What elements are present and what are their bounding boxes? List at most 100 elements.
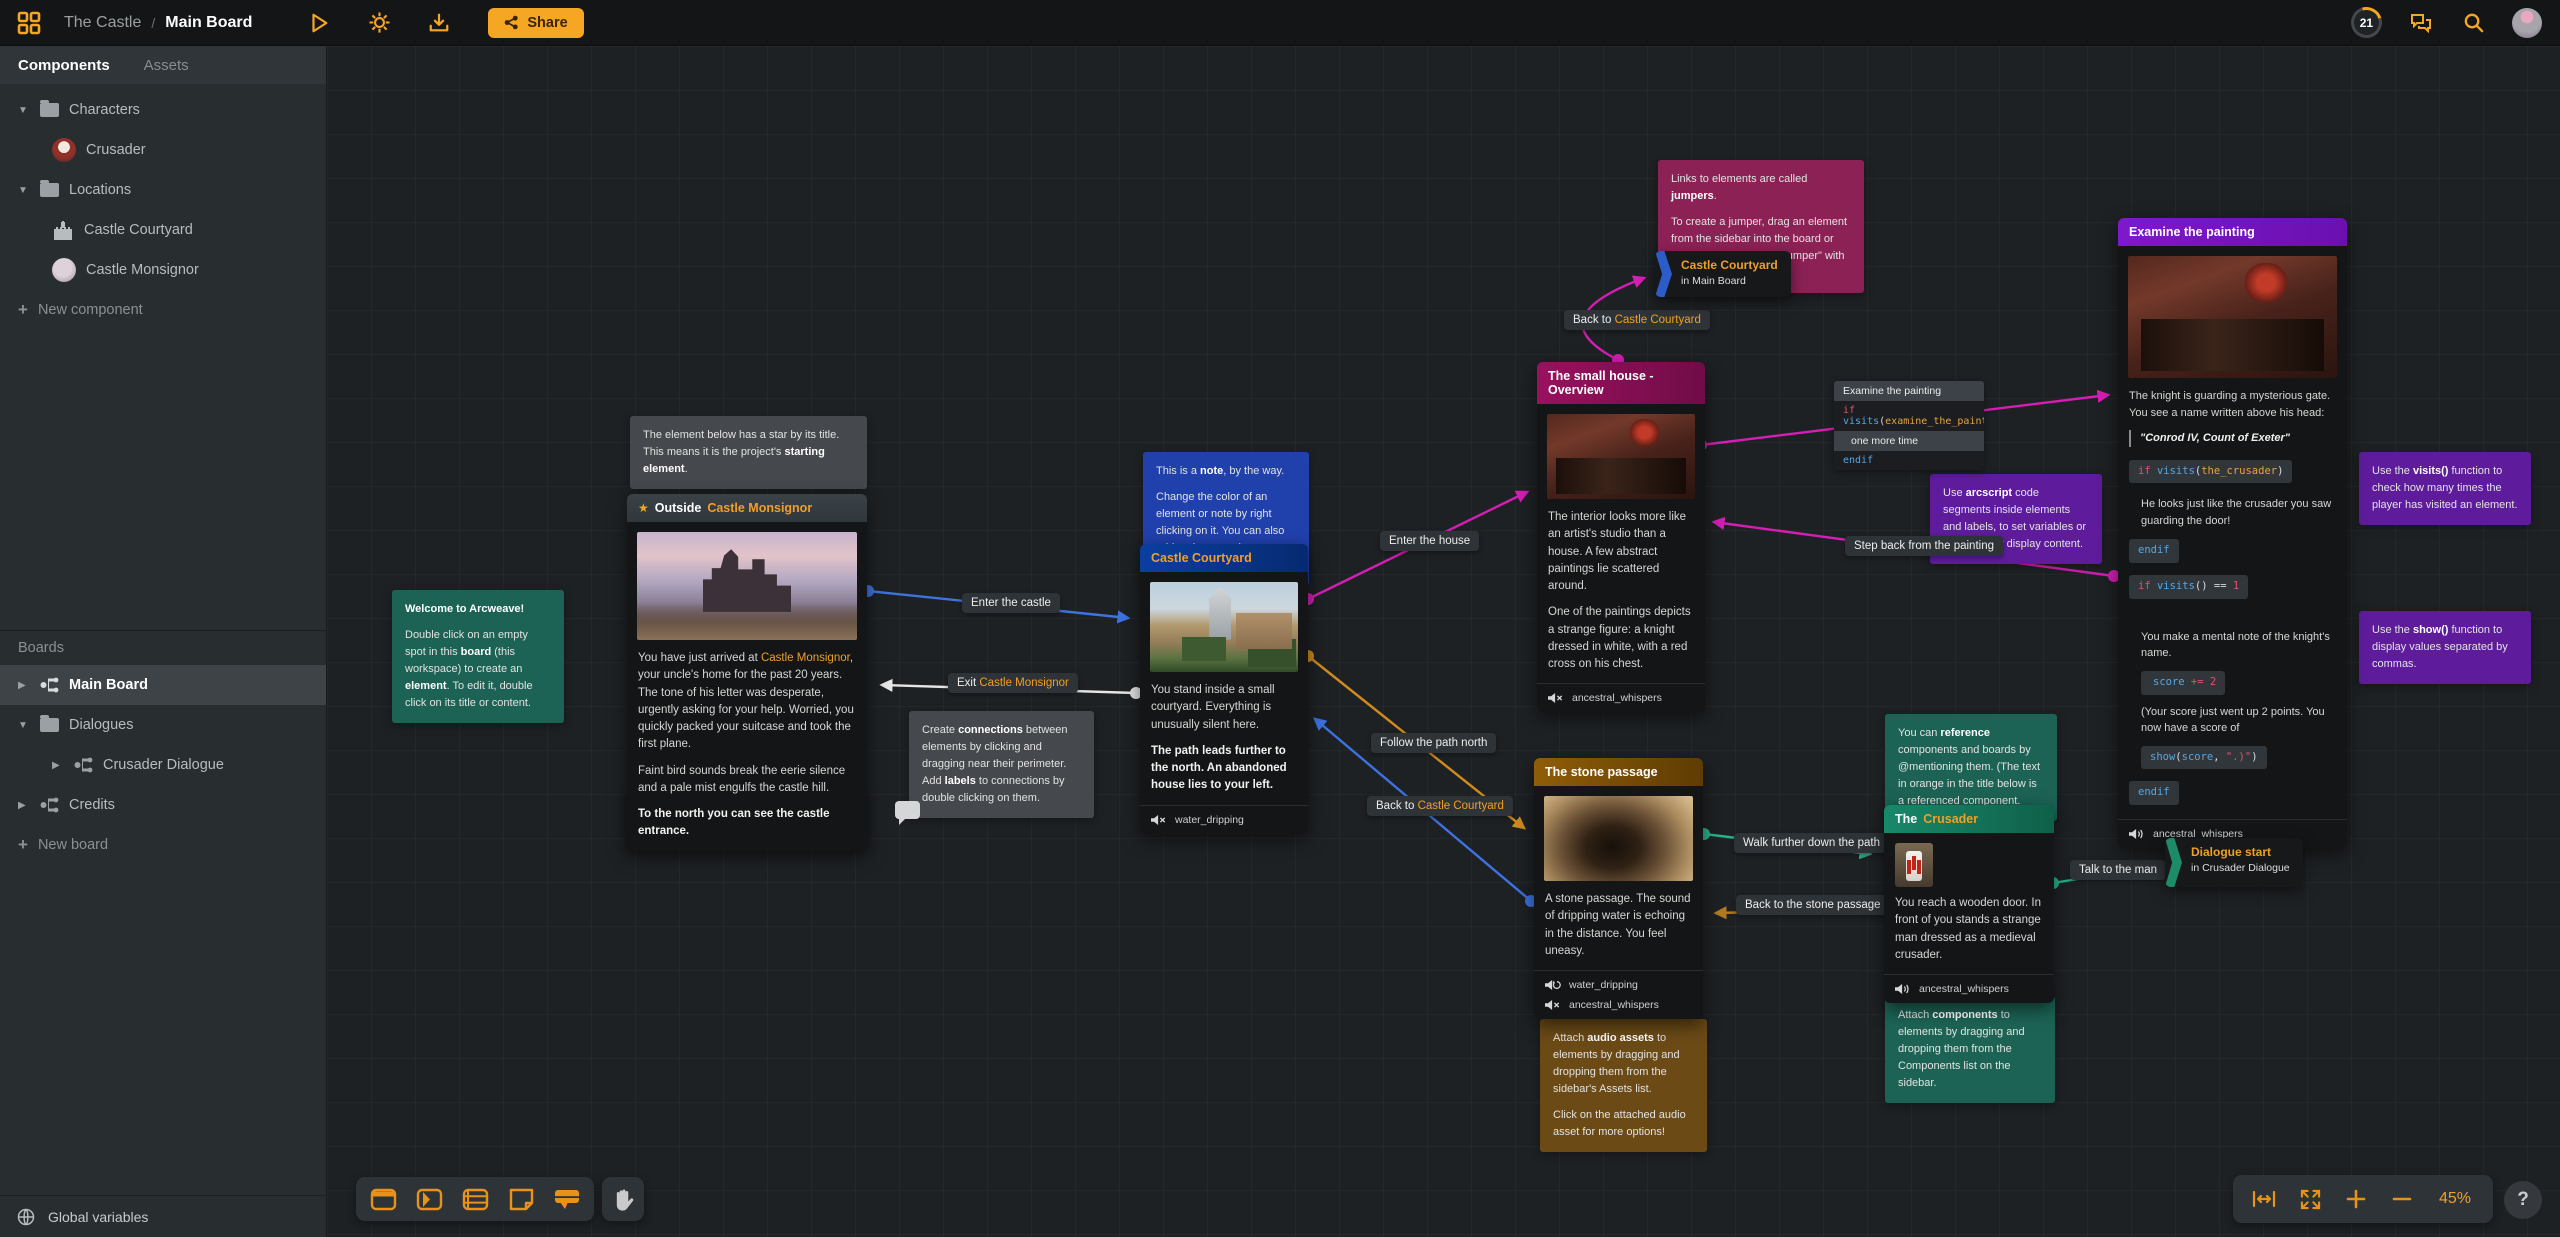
audio-attachment[interactable]: ancestral_whispers (1537, 683, 1705, 712)
element-the-crusader[interactable]: The Crusader You reach a wooden door. In… (1884, 805, 2054, 1003)
new-branch-icon[interactable] (452, 1177, 498, 1221)
audio-on-icon (2129, 828, 2145, 840)
element-small-house-overview[interactable]: The small house - Overview The interior … (1537, 362, 1705, 712)
new-note-icon[interactable] (498, 1177, 544, 1221)
fit-width-icon[interactable] (2241, 1177, 2287, 1221)
audio-attachment[interactable]: water_dripping (1140, 805, 1308, 834)
cover-image-studio-large (2128, 256, 2337, 378)
jumper-chevron-icon (1655, 251, 1672, 297)
new-jumper-icon[interactable] (406, 1177, 452, 1221)
note-connections[interactable]: Create connections between elements by c… (909, 711, 1094, 818)
export-download-icon[interactable] (426, 10, 452, 36)
plus-icon: + (18, 835, 28, 855)
fit-screen-icon[interactable] (2287, 1177, 2333, 1221)
note-starting-element[interactable]: The element below has a star by its titl… (630, 416, 867, 489)
sidebar-folder-dialogues[interactable]: ▼ Dialogues (0, 705, 326, 745)
cover-image-castle-monsignor (637, 532, 857, 640)
audio-muted-icon (1548, 692, 1564, 704)
search-icon[interactable] (2460, 10, 2486, 36)
starting-element-star-icon: ★ (638, 501, 649, 515)
app-logo-grid-icon[interactable] (16, 10, 42, 36)
chevron-right-icon[interactable]: ▶ (18, 800, 30, 811)
chevron-down-icon[interactable]: ▼ (18, 185, 30, 196)
edge-label-back-courtyard[interactable]: Back to Castle Courtyard (1367, 796, 1513, 816)
zoom-out-icon[interactable] (2379, 1177, 2425, 1221)
edge-label-block-examine[interactable]: Examine the painting if visits(examine_t… (1834, 381, 1984, 470)
castle-monsignor-avatar (52, 258, 76, 282)
play-mode-icon[interactable] (306, 10, 332, 36)
edge-label-enter-house[interactable]: Enter the house (1380, 531, 1479, 551)
global-variables-button[interactable]: Global variables (0, 1195, 326, 1237)
note-welcome[interactable]: Welcome to Arcweave! Double click on an … (392, 590, 564, 723)
help-button[interactable]: ? (2504, 1181, 2542, 1219)
chevron-right-icon[interactable]: ▶ (18, 680, 30, 691)
breadcrumb-project[interactable]: The Castle (64, 14, 141, 32)
new-element-icon[interactable] (360, 1177, 406, 1221)
audio-loop-icon (1545, 979, 1561, 991)
user-avatar[interactable] (2512, 8, 2542, 38)
edge-label-walk-path[interactable]: Walk further down the path (1734, 833, 1889, 853)
chevron-right-icon[interactable]: ▶ (52, 760, 64, 771)
code-score-increment: score += 2 (2141, 671, 2225, 695)
tab-assets[interactable]: Assets (144, 57, 189, 74)
top-bar: The Castle / Main Board Share 21 (0, 0, 2560, 46)
edge-label-back-stone[interactable]: Back to the stone passage (1736, 895, 1890, 915)
sidebar-item-castle-courtyard[interactable]: Castle Courtyard (0, 210, 326, 250)
edge-label-follow-north[interactable]: Follow the path north (1371, 733, 1496, 753)
new-board-button[interactable]: + New board (0, 825, 326, 865)
jumper-dialogue-start[interactable]: Dialogue start in Crusader Dialogue (2165, 838, 2303, 887)
code-endif: endif (2129, 781, 2179, 805)
folder-icon (40, 183, 59, 197)
note-attach-components[interactable]: Attach components to elements by draggin… (1885, 996, 2055, 1103)
code-show-score: show(score, ".)") (2141, 746, 2267, 770)
cover-image-castle-courtyard (1150, 582, 1298, 672)
share-button[interactable]: Share (488, 8, 583, 38)
comment-pin[interactable] (895, 801, 920, 819)
edge-label-enter-castle[interactable]: Enter the castle (962, 593, 1060, 613)
audio-attachment[interactable]: ancestral_whispers (1884, 974, 2054, 1003)
tab-components[interactable]: Components (18, 57, 110, 74)
note-visits-function[interactable]: Use the visits() function to check how m… (2359, 452, 2531, 525)
element-stone-passage[interactable]: The stone passage A stone passage. The s… (1534, 758, 1703, 1019)
element-examine-the-painting[interactable]: Examine the painting The knight is guard… (2118, 218, 2347, 848)
sidebar-item-crusader[interactable]: Crusader (0, 130, 326, 170)
board-icon (40, 677, 59, 693)
new-component-button[interactable]: + New component (0, 290, 326, 330)
code-if-visits-eq-1: if visits() == 1 (2129, 575, 2248, 599)
sidebar-folder-characters[interactable]: ▼ Characters (0, 90, 326, 130)
castle-icon (52, 221, 74, 240)
notification-count-badge[interactable]: 21 (2346, 2, 2388, 44)
breadcrumb-board[interactable]: Main Board (165, 14, 252, 32)
edge-label-talk-man[interactable]: Talk to the man (2070, 860, 2166, 880)
settings-gear-icon[interactable] (366, 10, 392, 36)
sidebar-folder-locations[interactable]: ▼ Locations (0, 170, 326, 210)
new-comment-icon[interactable] (544, 1177, 590, 1221)
chevron-down-icon[interactable]: ▼ (18, 105, 30, 116)
element-castle-courtyard[interactable]: Castle Courtyard You stand inside a smal… (1140, 544, 1308, 834)
sidebar-board-main[interactable]: ▶ Main Board (0, 665, 326, 705)
pan-tool-button[interactable] (602, 1177, 644, 1221)
hand-icon (613, 1188, 634, 1211)
zoom-level[interactable]: 45% (2425, 1190, 2485, 1208)
note-attach-audio[interactable]: Attach audio assets to elements by dragg… (1540, 1019, 1707, 1152)
note-show-function[interactable]: Use the show() function to display value… (2359, 611, 2531, 684)
board-icon (40, 797, 59, 813)
sidebar-board-crusader-dialogue[interactable]: ▶ Crusader Dialogue (0, 745, 326, 785)
arcweave-app: The Castle / Main Board Share 21 (0, 0, 2560, 1237)
jumper-castle-courtyard[interactable]: Castle Courtyard in Main Board (1655, 251, 1791, 297)
sidebar-item-castle-monsignor[interactable]: Castle Monsignor (0, 250, 326, 290)
edge-label-step-back[interactable]: Step back from the painting (1845, 536, 2003, 556)
edge-label-exit-monsignor[interactable]: Exit Castle Monsignor (948, 673, 1078, 693)
element-outside-castle-monsignor[interactable]: ★ Outside Castle Monsignor You have just… (627, 494, 867, 851)
audio-attachment[interactable]: water_dripping (1534, 970, 1703, 999)
audio-muted-icon (1151, 814, 1167, 826)
sidebar-board-credits[interactable]: ▶ Credits (0, 785, 326, 825)
zoom-in-icon[interactable] (2333, 1177, 2379, 1221)
jumper-chevron-icon (2165, 838, 2182, 887)
board-icon (74, 757, 93, 773)
crusader-inline-image (1895, 843, 1933, 887)
comments-chat-icon[interactable] (2408, 10, 2434, 36)
edge-label-back-courtyard-top[interactable]: Back to Castle Courtyard (1564, 310, 1710, 330)
audio-attachment[interactable]: ancestral_whispers (1534, 999, 1703, 1019)
chevron-down-icon[interactable]: ▼ (18, 720, 30, 731)
